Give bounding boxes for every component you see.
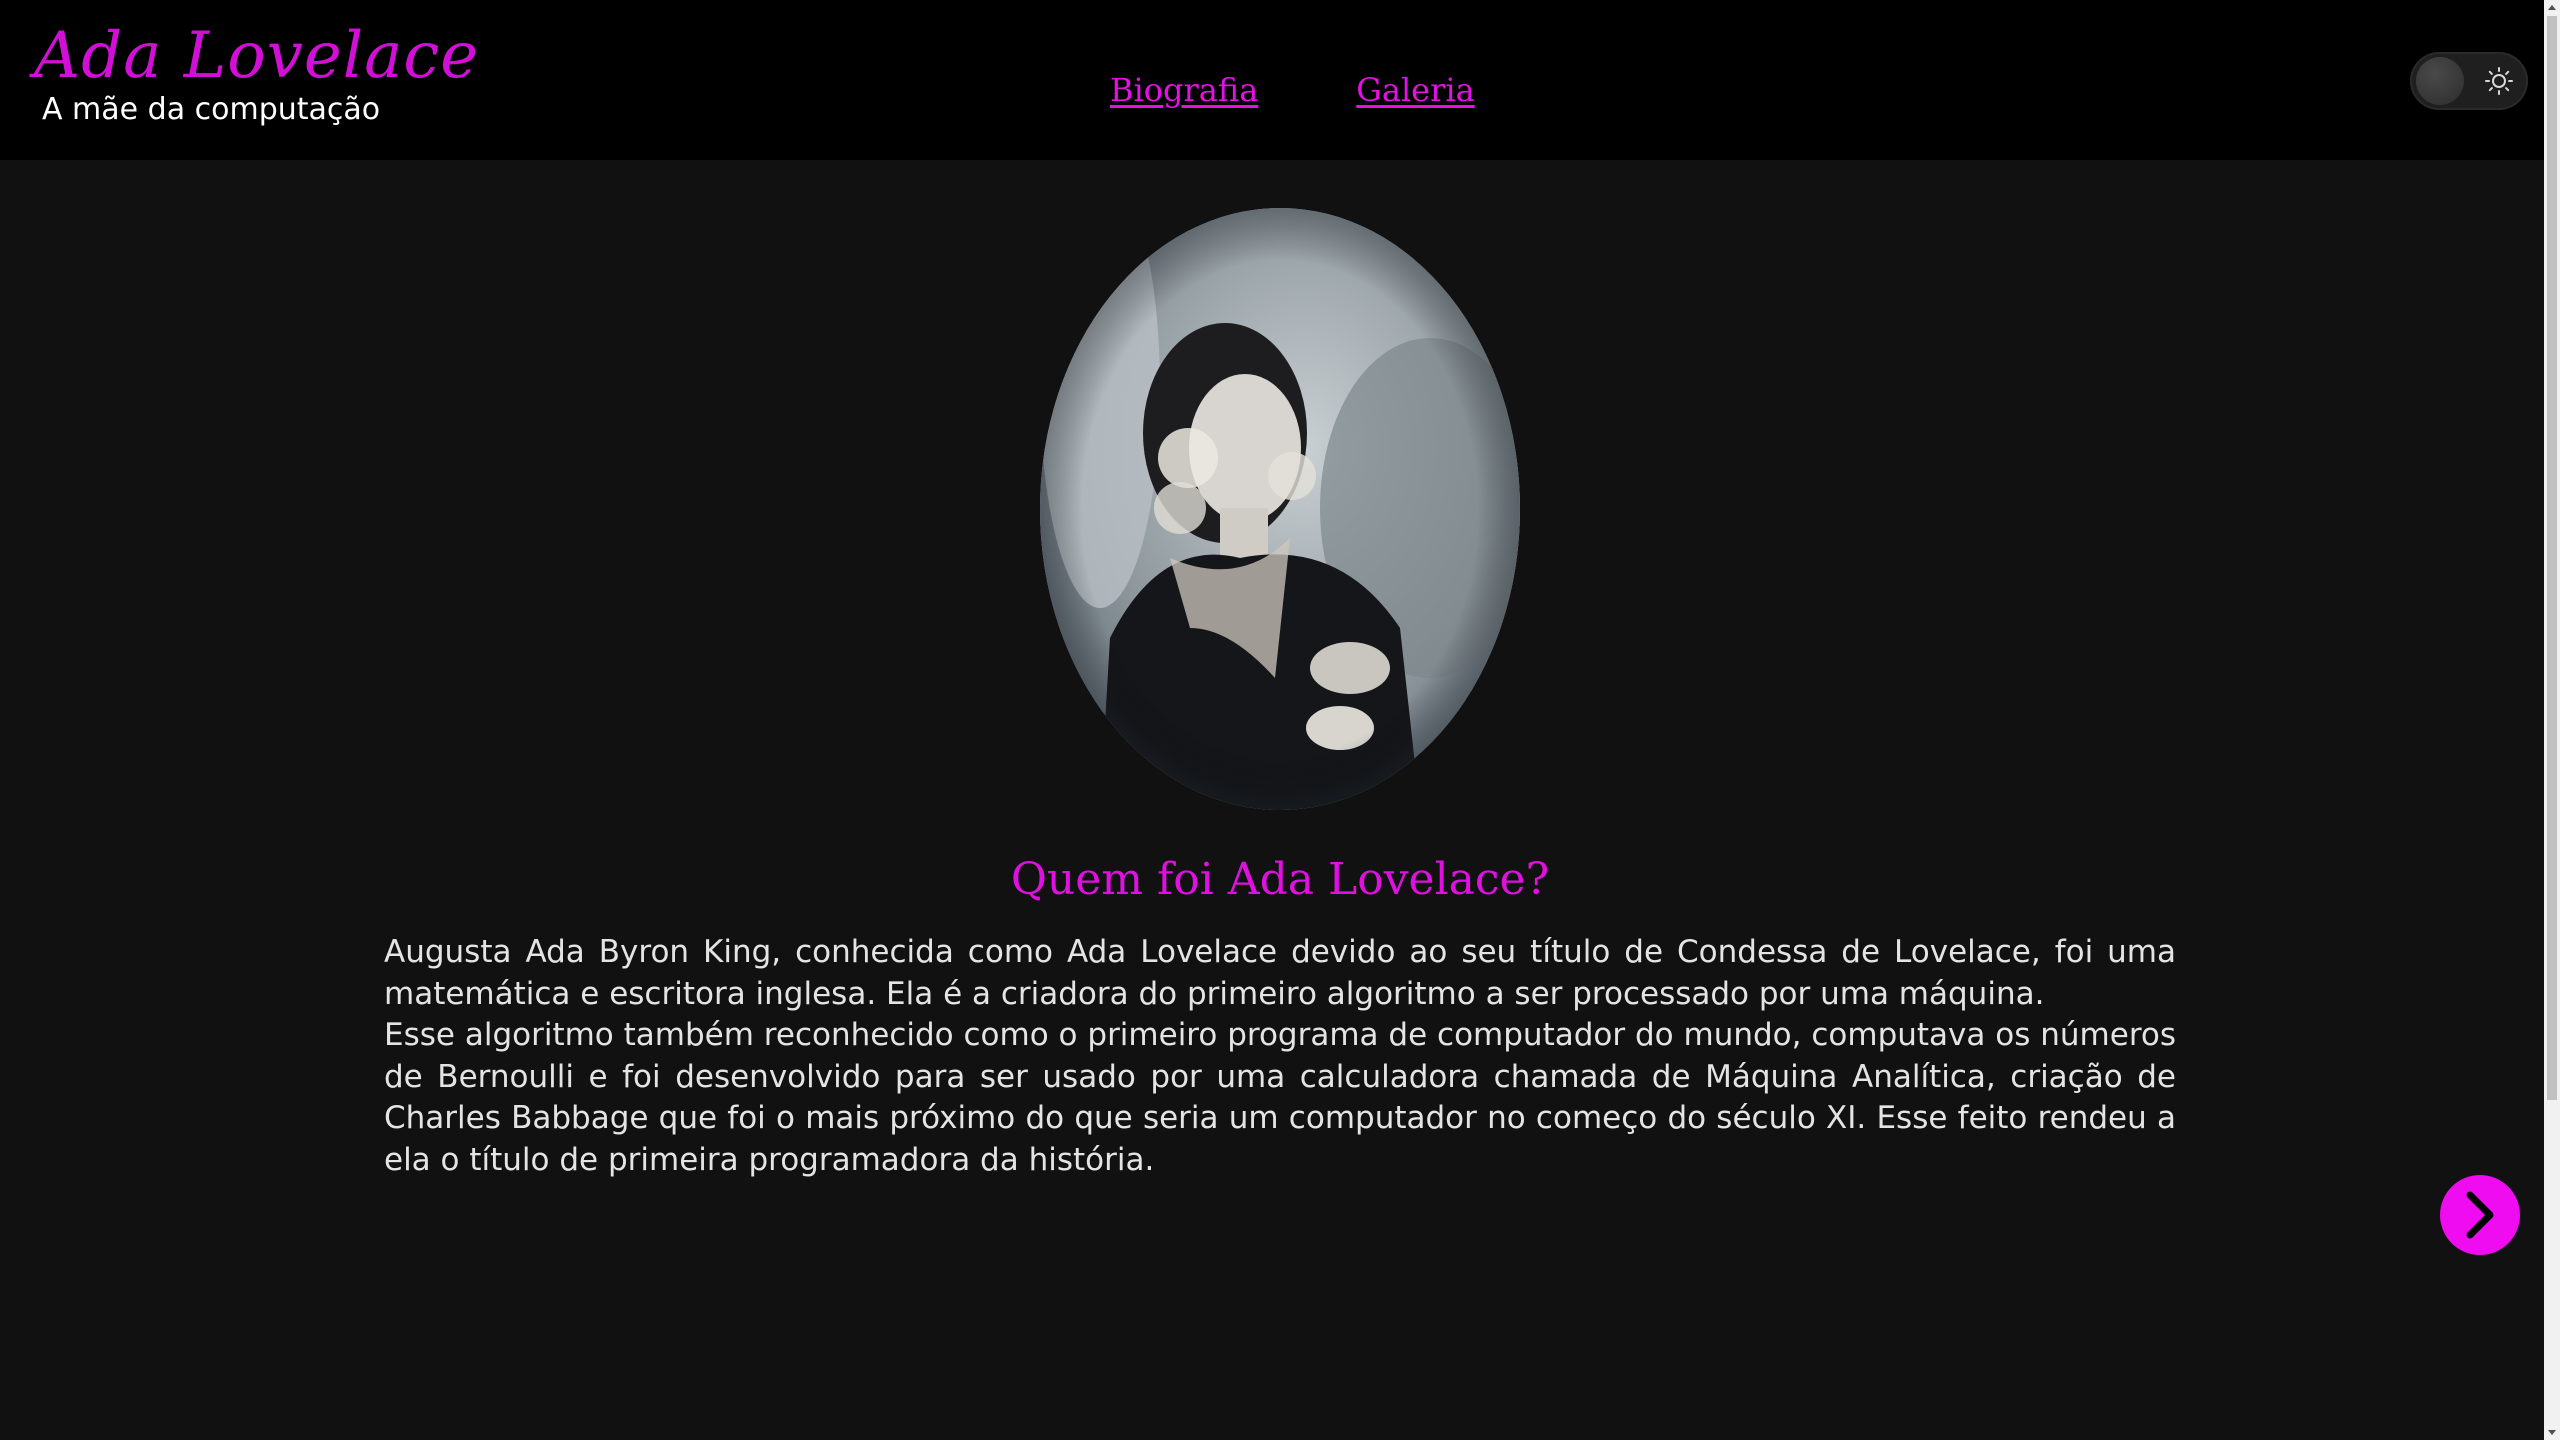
portrait-illustration: [1040, 208, 1520, 810]
biography-paragraph: Augusta Ada Byron King, conhecida como A…: [384, 934, 2176, 1012]
biography-paragraph: Esse algoritmo também reconhecido como o…: [384, 1017, 2176, 1178]
toggle-knob: [2416, 57, 2464, 105]
chevron-right-icon: [2466, 1191, 2494, 1239]
biography-text: Augusta Ada Byron King, conhecida como A…: [384, 932, 2176, 1181]
theme-toggle[interactable]: [2410, 52, 2528, 110]
nav-link-galeria[interactable]: Galeria: [1356, 70, 1474, 110]
page: Ada Lovelace A mãe da computação Biograf…: [0, 0, 2560, 1440]
portrait-image: [1040, 208, 1520, 810]
next-button[interactable]: [2440, 1175, 2520, 1255]
scrollbar-thumb[interactable]: [2547, 16, 2557, 1100]
site-header: Ada Lovelace A mãe da computação Biograf…: [0, 0, 2544, 160]
scroll-down-arrow-icon[interactable]: [2544, 1424, 2560, 1440]
brand-name: Ada Lovelace: [34, 19, 480, 93]
page-heading: Quem foi Ada Lovelace?: [1010, 854, 1550, 905]
brand-tagline: A mãe da computação: [42, 92, 381, 127]
scroll-up-arrow-icon[interactable]: [2544, 0, 2560, 16]
vertical-scrollbar[interactable]: [2544, 0, 2560, 1440]
main-nav: Biografia Galeria: [1110, 70, 1475, 110]
brand: Ada Lovelace A mãe da computação: [34, 18, 479, 128]
sun-icon: [2485, 67, 2513, 95]
nav-link-biografia[interactable]: Biografia: [1110, 70, 1258, 110]
